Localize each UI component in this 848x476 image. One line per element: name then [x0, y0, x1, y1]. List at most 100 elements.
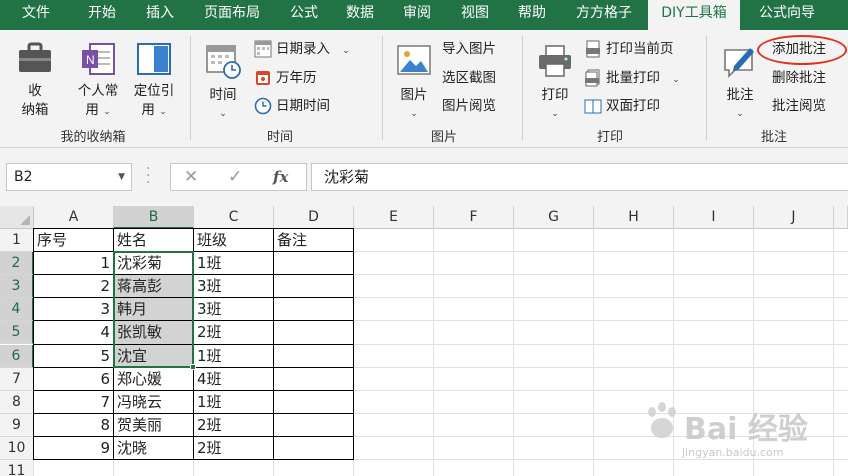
cell-a10[interactable]: 9: [34, 437, 113, 459]
row-header-8[interactable]: 8: [0, 390, 34, 414]
personal-favorites-button[interactable]: N 个人常 用 ⌄: [70, 40, 126, 122]
tab-page-layout[interactable]: 页面布局: [188, 0, 276, 30]
batch-print-button[interactable]: 批量打印 ⌄: [584, 67, 680, 89]
cell-a3[interactable]: 2: [34, 275, 113, 297]
column-header-f[interactable]: F: [434, 206, 514, 229]
comment-browse-button[interactable]: 批注阅览: [772, 95, 826, 117]
cell-d6[interactable]: [274, 345, 353, 367]
insert-function-icon[interactable]: fx: [273, 168, 288, 186]
cell-a2[interactable]: 1: [34, 252, 113, 274]
cell-d7[interactable]: [274, 368, 353, 390]
comment-button[interactable]: 批注 ⌄: [716, 42, 764, 124]
cell-c2[interactable]: 1班: [194, 252, 273, 274]
tab-home[interactable]: 开始: [72, 0, 132, 30]
row-header-4[interactable]: 4: [0, 298, 34, 322]
date-time-label: 日期时间: [276, 98, 330, 114]
row-header-11[interactable]: 11: [0, 460, 34, 476]
table-border: [33, 435, 354, 437]
cell-a9[interactable]: 8: [34, 414, 113, 436]
column-header-a[interactable]: A: [34, 206, 114, 229]
tab-help[interactable]: 帮助: [504, 0, 560, 30]
cell-b10[interactable]: 沈晓: [114, 437, 193, 459]
locate-reference-button[interactable]: 定位引 用 ⌄: [126, 40, 182, 122]
cell-d2[interactable]: [274, 252, 353, 274]
cancel-icon[interactable]: ✕: [184, 167, 198, 187]
tab-formula-wizard[interactable]: 公式向导: [744, 0, 830, 30]
cell-c3[interactable]: 3班: [194, 275, 273, 297]
cell-a1[interactable]: 序号: [34, 229, 113, 251]
row-header-2[interactable]: 2: [0, 252, 34, 276]
cell-a4[interactable]: 3: [34, 298, 113, 320]
picture-browse-button[interactable]: 图片阅览: [442, 95, 496, 117]
row-header-3[interactable]: 3: [0, 275, 34, 299]
tab-file[interactable]: 文件: [0, 0, 72, 30]
column-header-g[interactable]: G: [514, 206, 594, 229]
column-header-h[interactable]: H: [594, 206, 674, 229]
tab-formulas[interactable]: 公式: [276, 0, 332, 30]
perpetual-calendar-button[interactable]: 万年历: [254, 67, 317, 89]
name-box[interactable]: B2 ▼: [6, 163, 132, 191]
delete-comment-button[interactable]: 删除批注: [772, 67, 826, 89]
column-header-j[interactable]: J: [754, 206, 834, 229]
drag-handle-dots[interactable]: · · ·: [146, 162, 150, 190]
formula-input[interactable]: 沈彩菊: [311, 163, 848, 191]
print-button[interactable]: 打印 ⌄: [532, 42, 578, 124]
cell-d10[interactable]: [274, 437, 353, 459]
storage-box-button[interactable]: 收 纳箱: [8, 40, 62, 120]
storage-box-label-2: 纳箱: [21, 102, 49, 118]
cell-b9[interactable]: 贺美丽: [114, 414, 193, 436]
print-current-page-button[interactable]: 打印当前页: [584, 38, 674, 60]
cell-d1[interactable]: 备注: [274, 229, 353, 251]
cell-d9[interactable]: [274, 414, 353, 436]
row-header-5[interactable]: 5: [0, 321, 34, 345]
tab-insert[interactable]: 插入: [132, 0, 188, 30]
row-header-6[interactable]: 6: [0, 344, 34, 368]
time-button-label: 时间: [209, 87, 237, 103]
cell-a8[interactable]: 7: [34, 391, 113, 413]
cell-b1[interactable]: 姓名: [114, 229, 193, 251]
tab-review[interactable]: 审阅: [388, 0, 446, 30]
row-header-7[interactable]: 7: [0, 367, 34, 391]
cell-d5[interactable]: [274, 321, 353, 343]
cell-c10[interactable]: 2班: [194, 437, 273, 459]
cell-b8[interactable]: 冯晓云: [114, 391, 193, 413]
cell-a7[interactable]: 6: [34, 368, 113, 390]
cell-c9[interactable]: 2班: [194, 414, 273, 436]
cell-d3[interactable]: [274, 275, 353, 297]
date-entry-button[interactable]: 日期录入 ⌄: [254, 38, 350, 60]
selection-screenshot-button[interactable]: 选区截图: [442, 67, 496, 89]
tab-data[interactable]: 数据: [332, 0, 388, 30]
date-time-button[interactable]: 日期时间: [254, 95, 330, 117]
cell-a6[interactable]: 5: [34, 345, 113, 367]
cell-a5[interactable]: 4: [34, 321, 113, 343]
row-header-1[interactable]: 1: [0, 229, 34, 253]
column-header-d[interactable]: D: [274, 206, 354, 229]
picture-button[interactable]: 图片 ⌄: [390, 42, 438, 124]
row-header-10[interactable]: 10: [0, 436, 34, 460]
cell-d8[interactable]: [274, 391, 353, 413]
time-button[interactable]: 时间 ⌄: [200, 42, 246, 124]
cell-c5[interactable]: 2班: [194, 321, 273, 343]
cell-d4[interactable]: [274, 298, 353, 320]
cell-c7[interactable]: 4班: [194, 368, 273, 390]
tab-view[interactable]: 视图: [446, 0, 504, 30]
duplex-print-button[interactable]: 双面打印: [584, 95, 660, 117]
enter-check-icon[interactable]: ✓: [228, 167, 242, 187]
column-header-b[interactable]: B: [114, 206, 194, 229]
column-header-c[interactable]: C: [194, 206, 274, 229]
select-all-corner[interactable]: [0, 206, 34, 229]
column-header-i[interactable]: I: [674, 206, 754, 229]
import-picture-button[interactable]: 导入图片: [442, 38, 496, 60]
column-header-e[interactable]: E: [354, 206, 434, 229]
tab-fangfang[interactable]: 方方格子: [560, 0, 648, 30]
cell-c6[interactable]: 1班: [194, 345, 273, 367]
row-header-9[interactable]: 9: [0, 413, 34, 437]
group-label-time: 时间: [266, 130, 293, 145]
fill-handle[interactable]: [190, 363, 196, 370]
personal-favorites-label-2: 用: [85, 102, 99, 118]
cell-b7[interactable]: 郑心媛: [114, 368, 193, 390]
cell-c1[interactable]: 班级: [194, 229, 273, 251]
cell-c8[interactable]: 1班: [194, 391, 273, 413]
cell-c4[interactable]: 3班: [194, 298, 273, 320]
tab-diy-toolbox[interactable]: DIY工具箱: [648, 0, 740, 32]
